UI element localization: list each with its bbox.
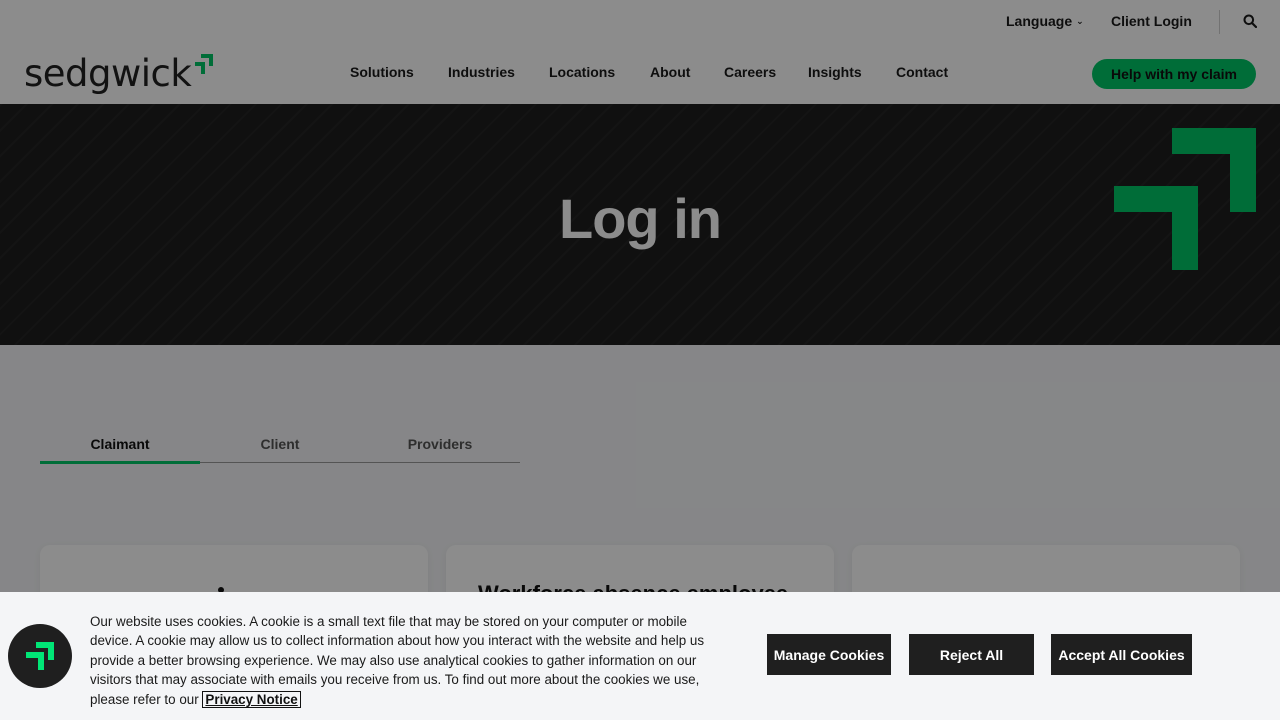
cookie-policy-text: Our website uses cookies. A cookie is a … (90, 612, 710, 709)
manage-cookies-button[interactable]: Manage Cookies (767, 634, 891, 675)
reject-all-button[interactable]: Reject All (909, 634, 1034, 675)
cookie-banner: Our website uses cookies. A cookie is a … (0, 592, 1280, 720)
cookie-text-body: Our website uses cookies. A cookie is a … (90, 614, 705, 707)
cookie-settings-badge[interactable] (8, 624, 72, 688)
accept-all-cookies-button[interactable]: Accept All Cookies (1051, 634, 1192, 675)
brand-arrow-icon (26, 642, 54, 670)
privacy-notice-link[interactable]: Privacy Notice (202, 690, 301, 708)
